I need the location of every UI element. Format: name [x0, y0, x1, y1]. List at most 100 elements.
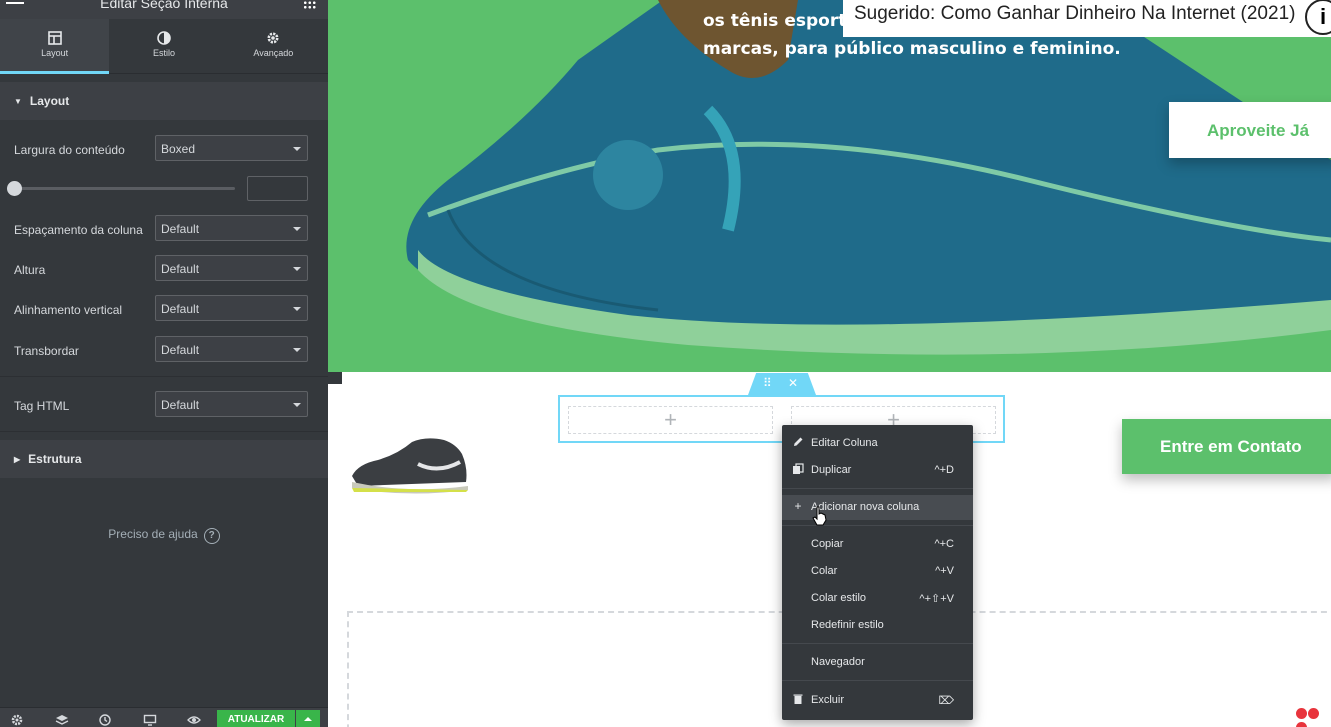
panel-header: Editar Seção Interna: [0, 0, 328, 19]
menu-item-label: Colar estilo: [811, 592, 867, 604]
half-circle-icon: [157, 31, 171, 45]
menu-item-duplicate[interactable]: Duplicar ^+D: [782, 458, 973, 483]
column-gap-control: Espaçamento da coluna Default: [0, 215, 328, 245]
aproveite-button[interactable]: Aproveite Já: [1169, 102, 1331, 158]
dropdown-arrow-icon: [293, 348, 301, 352]
html-tag-control: Tag HTML Default: [0, 391, 328, 421]
menu-separator: [782, 488, 973, 489]
tab-style[interactable]: Estilo: [109, 19, 218, 73]
menu-item-label: Editar Coluna: [811, 437, 878, 449]
copy-icon: [793, 463, 804, 474]
menu-item-paste[interactable]: Colar ^+V: [782, 559, 973, 584]
menu-item-label: Excluir: [811, 694, 845, 706]
divider: [0, 376, 328, 377]
menu-separator: [782, 643, 973, 644]
panel-title: Editar Seção Interna: [100, 0, 228, 11]
tab-label: Estilo: [152, 48, 175, 58]
panel-footer: ATUALIZAR: [0, 707, 328, 727]
content-width-select[interactable]: Boxed: [155, 135, 308, 161]
tab-advanced[interactable]: Avançado: [219, 19, 328, 73]
menu-separator: [782, 680, 973, 681]
history-icon[interactable]: [98, 713, 112, 727]
menu-item-edit-column[interactable]: Editar Coluna: [782, 431, 973, 456]
caret-right-icon: ▶: [14, 455, 21, 464]
select-value: Boxed: [161, 142, 196, 156]
menu-item-copy[interactable]: Copiar ^+C: [782, 532, 973, 557]
menu-item-shortcut: ^+⇧+V: [919, 593, 954, 605]
section-handle[interactable]: ⠿ ✕: [748, 373, 816, 395]
menu-item-label: Navegador: [811, 656, 865, 668]
control-label: Largura do conteúdo: [14, 143, 125, 157]
layout-icon: [47, 31, 62, 45]
control-label: Transbordar: [14, 344, 79, 358]
responsive-desktop-icon[interactable]: [143, 713, 157, 727]
help-label: Preciso de ajuda: [108, 527, 198, 541]
dropdown-arrow-icon: [293, 403, 301, 407]
width-slider-handle[interactable]: [7, 181, 22, 196]
tab-layout[interactable]: Layout: [0, 19, 110, 74]
menu-item-delete[interactable]: Excluir ⌦: [782, 688, 973, 713]
tab-label: Avançado: [253, 48, 294, 58]
dropdown-arrow-icon: [293, 307, 301, 311]
vertical-align-control: Alinhamento vertical Default: [0, 295, 328, 325]
update-button[interactable]: ATUALIZAR: [217, 710, 295, 727]
html-tag-select[interactable]: Default: [155, 391, 308, 417]
settings-gear-icon[interactable]: [10, 713, 24, 727]
height-control: Altura Default: [0, 255, 328, 285]
width-number-input[interactable]: [247, 176, 308, 201]
control-label: Espaçamento da coluna: [14, 223, 143, 237]
drag-handle-icon[interactable]: ⠿: [763, 376, 772, 390]
layout-section-toggle[interactable]: ▼ Layout: [0, 82, 328, 120]
menu-item-paste-style[interactable]: Colar estilo ^+⇧+V: [782, 586, 973, 611]
layers-icon[interactable]: [55, 713, 69, 727]
select-value: Default: [161, 398, 200, 412]
video-progress-dots: [1296, 708, 1331, 727]
control-label: Tag HTML: [14, 399, 70, 413]
preview-eye-icon[interactable]: [187, 713, 201, 727]
save-options-button[interactable]: [296, 710, 320, 727]
content-width-control: Largura do conteúdo Boxed: [0, 135, 328, 165]
width-slider-track[interactable]: [14, 187, 235, 190]
height-select[interactable]: Default: [155, 255, 308, 281]
control-label: Altura: [14, 263, 46, 277]
pencil-icon: [794, 437, 803, 446]
select-value: Default: [161, 343, 200, 357]
divider: [0, 431, 328, 432]
tab-label: Layout: [41, 48, 69, 58]
structure-section-toggle[interactable]: ▶ Estrutura: [0, 440, 328, 478]
menu-item-add-column[interactable]: + Adicionar nova coluna: [782, 495, 973, 520]
column-gap-select[interactable]: Default: [155, 215, 308, 241]
video-suggestion-card[interactable]: Sugerido: Como Ganhar Dinheiro Na Intern…: [843, 0, 1331, 37]
gear-icon: [267, 32, 279, 44]
menu-item-label: Copiar: [811, 538, 844, 550]
menu-item-shortcut: ^+C: [934, 538, 954, 550]
contact-button[interactable]: Entre em Contato: [1122, 419, 1331, 474]
menu-item-label: Redefinir estilo: [811, 619, 884, 631]
menu-item-shortcut: ^+D: [934, 464, 954, 476]
widgets-grid-icon[interactable]: [303, 0, 316, 9]
hand-cursor-icon: [812, 506, 827, 526]
menu-item-navigator[interactable]: Navegador: [782, 650, 973, 675]
dropdown-arrow-icon: [293, 267, 301, 271]
column-context-menu: Editar Coluna Duplicar ^+D + Adicionar n…: [782, 425, 973, 720]
empty-column-left[interactable]: +: [568, 406, 773, 434]
editor-panel: Editar Seção Interna Layout Estilo Avanç…: [0, 0, 328, 727]
help-link[interactable]: Preciso de ajuda?: [0, 527, 328, 544]
menu-item-label: Duplicar: [811, 464, 852, 476]
section-title: Layout: [29, 94, 70, 108]
menu-item-shortcut: ^+V: [935, 565, 954, 577]
dropdown-arrow-icon: [293, 227, 301, 231]
trash-icon: [793, 694, 803, 704]
menu-item-reset-style[interactable]: Redefinir estilo: [782, 613, 973, 638]
panel-tabs: Layout Estilo Avançado: [0, 19, 328, 74]
overflow-select[interactable]: Default: [155, 336, 308, 362]
caret-down-icon: ▼: [14, 97, 22, 106]
close-icon[interactable]: ✕: [788, 376, 798, 390]
hero-section[interactable]: os tênis esportiv marcas, para público m…: [328, 0, 1331, 372]
hero-text-line: marcas, para público masculino e feminin…: [703, 39, 1121, 59]
running-shoe-image: [352, 438, 468, 494]
vertical-align-select[interactable]: Default: [155, 295, 308, 321]
menu-separator: [782, 525, 973, 526]
section-title: Estrutura: [28, 452, 82, 466]
select-value: Default: [161, 302, 200, 316]
